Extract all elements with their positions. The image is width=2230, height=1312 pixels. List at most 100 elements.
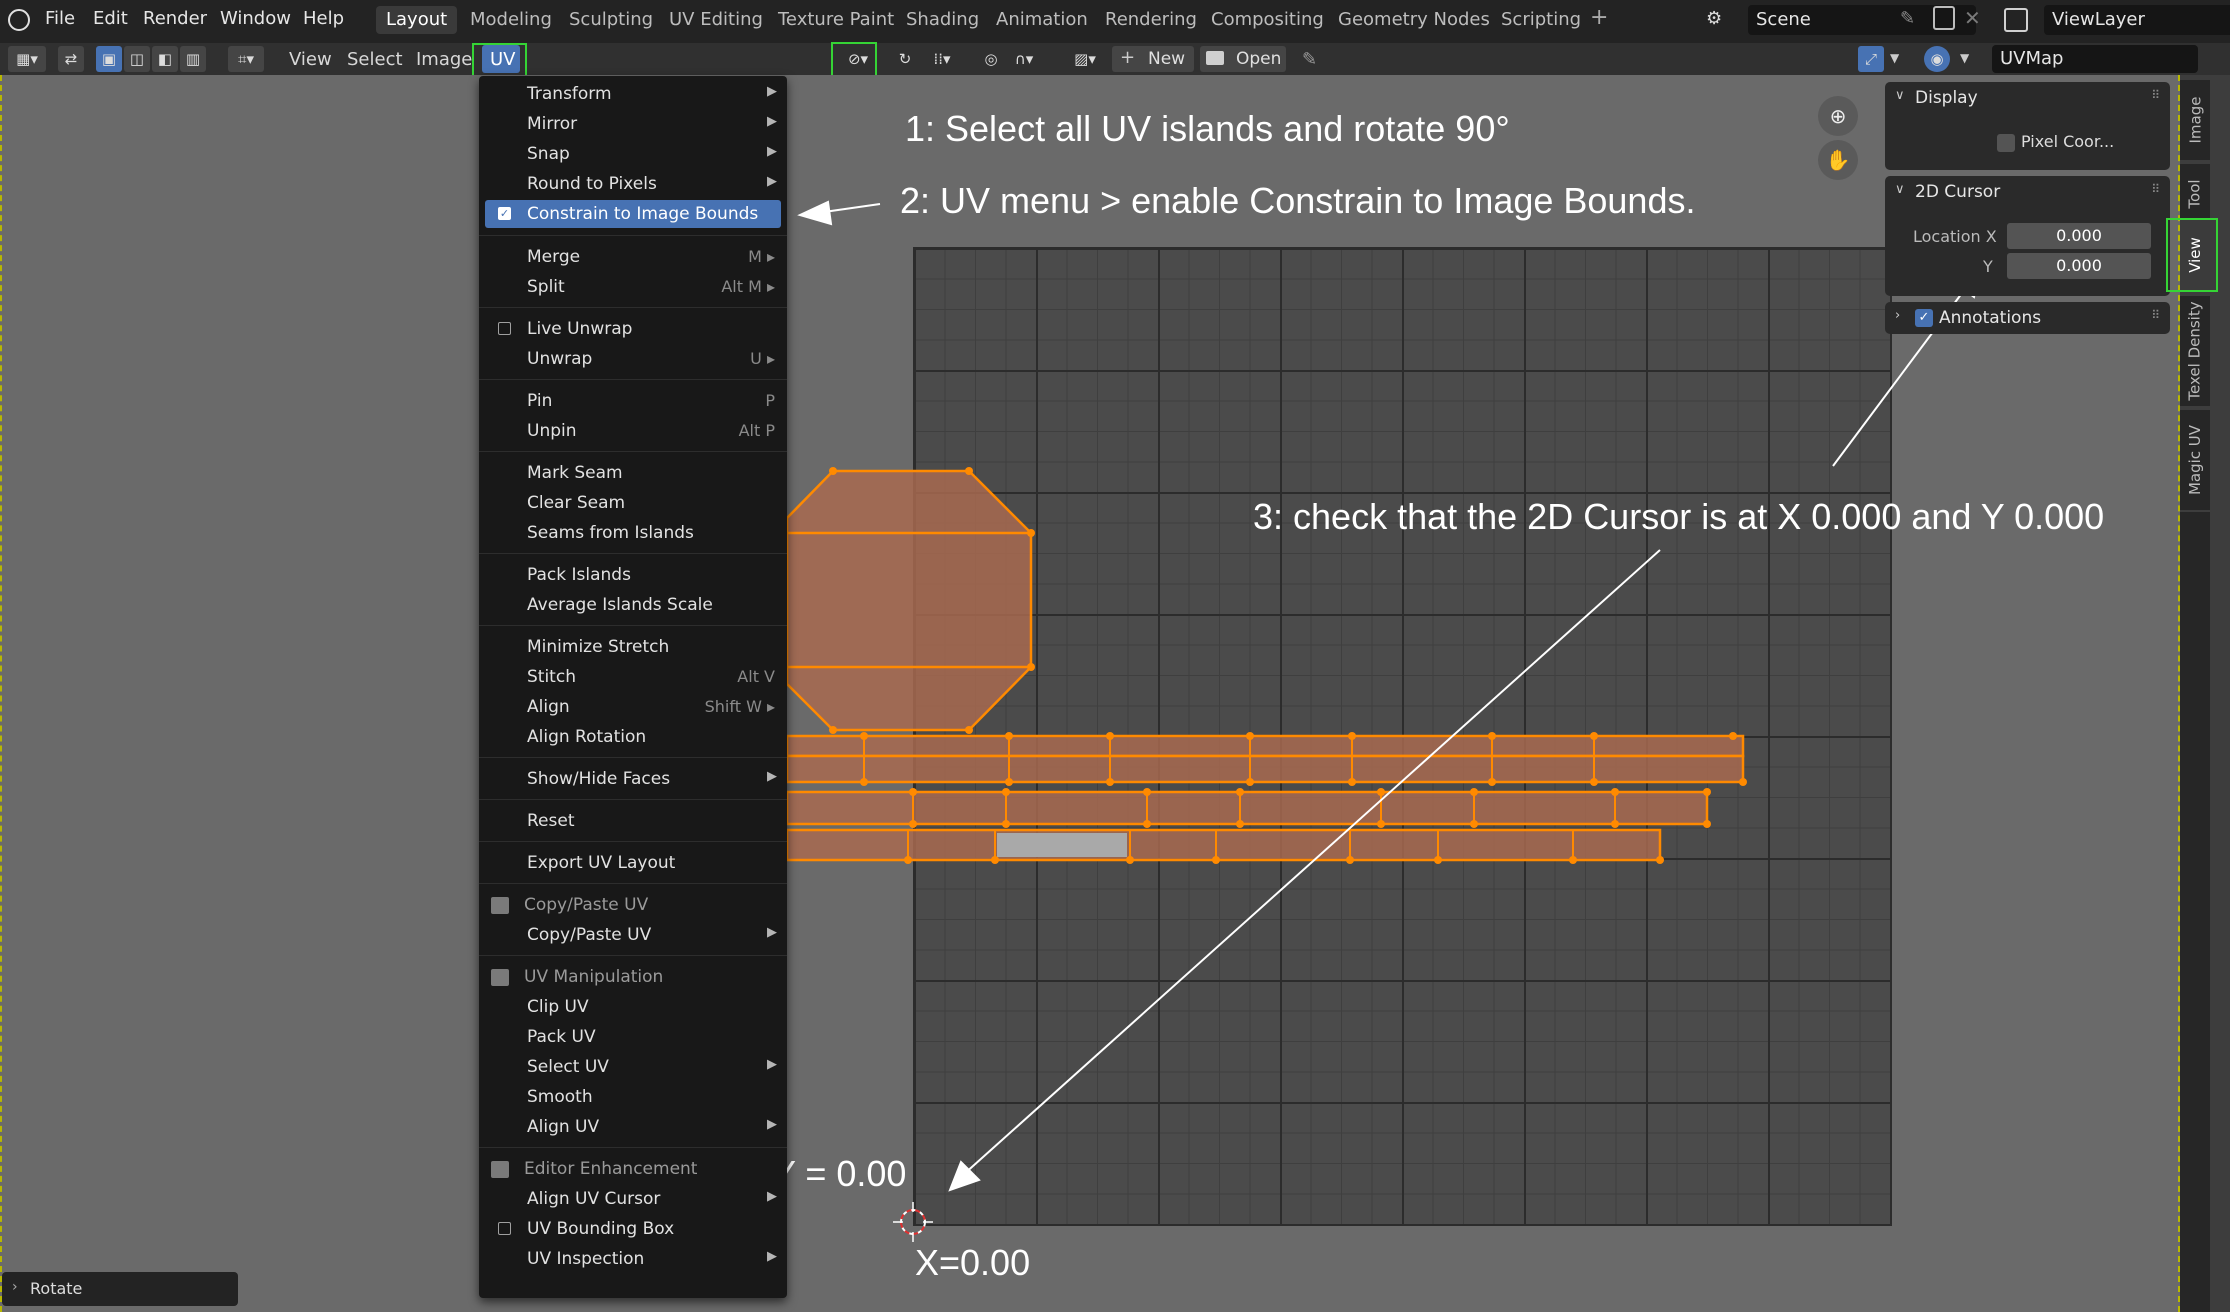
menu-item-transform[interactable]: Transform ▶ bbox=[479, 80, 787, 108]
annotation-step1: 1: Select all UV islands and rotate 90° bbox=[905, 108, 1510, 149]
sidebar-tab-texel-density[interactable]: Texel Density bbox=[2180, 296, 2210, 406]
menu-item-uv-inspection[interactable]: UV Inspection ▶ bbox=[479, 1245, 787, 1273]
annotations-panel: › ✓ Annotations ⠿ bbox=[1885, 302, 2170, 334]
menu-item-align[interactable]: Align Shift W ▸ bbox=[479, 693, 787, 721]
uv-vertex bbox=[904, 856, 912, 864]
uv-vertex bbox=[909, 788, 917, 796]
sidebar-tab-magic-uv[interactable]: Magic UV bbox=[2180, 410, 2210, 510]
annotations-checkbox[interactable]: ✓ bbox=[1915, 309, 1933, 327]
display-panel: ∨ Display ⠿ Pixel Coor... bbox=[1885, 82, 2170, 170]
location-x-field[interactable]: 0.000 bbox=[2007, 223, 2151, 249]
uv-vertex bbox=[1106, 732, 1114, 740]
location-y-label: Y bbox=[1983, 257, 1993, 276]
menu-item-unpin[interactable]: Unpin Alt P bbox=[479, 417, 787, 445]
uv-vertex bbox=[1348, 732, 1356, 740]
menu-item-pack-uv[interactable]: Pack UV bbox=[479, 1023, 787, 1051]
menu-item-round-to-pixels[interactable]: Round to Pixels ▶ bbox=[479, 170, 787, 198]
drag-handle-icon[interactable]: ⠿ bbox=[2151, 182, 2160, 196]
2d-cursor-icon bbox=[893, 1202, 933, 1242]
menu-item-split[interactable]: Split Alt M ▸ bbox=[479, 273, 787, 301]
checkbox-icon[interactable] bbox=[498, 322, 511, 335]
uv-island-strip-3 bbox=[785, 790, 1709, 826]
menu-item-stitch[interactable]: Stitch Alt V bbox=[479, 663, 787, 691]
sidebar-tab-image[interactable]: Image bbox=[2180, 80, 2210, 160]
menu-item-export-uv-layout[interactable]: Export UV Layout bbox=[479, 849, 787, 877]
annotation-x-label: X=0.00 bbox=[915, 1242, 1031, 1283]
menu-item-mark-seam[interactable]: Mark Seam bbox=[479, 459, 787, 487]
uv-vertex bbox=[965, 726, 973, 734]
uv-dropdown-menu: Transform ▶ Mirror ▶ Snap ▶ Round to Pixels… bbox=[479, 76, 787, 1298]
menu-item-snap[interactable]: Snap ▶ bbox=[479, 140, 787, 168]
menu-item-align-uv-cursor[interactable]: Align UV Cursor ▶ bbox=[479, 1185, 787, 1213]
uv-vertex bbox=[1005, 732, 1013, 740]
menu-item-unwrap[interactable]: Unwrap U ▸ bbox=[479, 345, 787, 373]
sidebar-tab-tool[interactable]: Tool bbox=[2180, 164, 2210, 224]
sidebar-tab-strip bbox=[2180, 512, 2210, 1312]
annotation-step2: 2: UV menu > enable Constrain to Image B… bbox=[900, 180, 1696, 221]
menu-item-clip-uv[interactable]: Clip UV bbox=[479, 993, 787, 1021]
menu-item-show-hide-faces[interactable]: Show/Hide Faces ▶ bbox=[479, 765, 787, 793]
chevron-down-icon[interactable]: ∨ bbox=[1895, 182, 1905, 197]
menu-item-smooth[interactable]: Smooth bbox=[479, 1083, 787, 1111]
addon-icon bbox=[491, 1161, 509, 1178]
uv-vertex bbox=[1703, 788, 1711, 796]
uv-vertex bbox=[1656, 856, 1664, 864]
location-y-field[interactable]: 0.000 bbox=[2007, 253, 2151, 279]
checkbox-icon[interactable] bbox=[498, 1222, 511, 1235]
chevron-down-icon[interactable]: ∨ bbox=[1895, 88, 1905, 103]
drag-handle-icon[interactable]: ⠿ bbox=[2151, 308, 2160, 322]
uv-vertex bbox=[1027, 663, 1035, 671]
chevron-right-icon[interactable]: › bbox=[1895, 308, 1900, 323]
menu-item-pin[interactable]: Pin P bbox=[479, 387, 787, 415]
checkbox-checked-icon[interactable]: ✓ bbox=[498, 207, 511, 220]
uv-vertex bbox=[1488, 778, 1496, 786]
uv-vertex bbox=[1377, 788, 1385, 796]
pixel-coords-checkbox[interactable] bbox=[1997, 134, 2015, 152]
uv-vertex bbox=[1488, 732, 1496, 740]
menu-section-uv-manipulation: UV Manipulation bbox=[479, 963, 787, 991]
uv-vertex bbox=[1005, 778, 1013, 786]
uv-vertex bbox=[1470, 788, 1478, 796]
menu-item-copy-paste-uv[interactable]: Copy/Paste UV ▶ bbox=[479, 921, 787, 949]
uv-vertex bbox=[909, 820, 917, 828]
uv-vertex bbox=[1739, 778, 1747, 786]
menu-item-seams-from-islands[interactable]: Seams from Islands bbox=[479, 519, 787, 547]
2d-cursor-panel-title[interactable]: 2D Cursor bbox=[1915, 182, 2000, 202]
menu-item-constrain-to-image-bounds[interactable]: ✓ Constrain to Image Bounds bbox=[485, 200, 781, 228]
uv-island-octagon bbox=[785, 469, 1033, 732]
arrow-head bbox=[797, 200, 833, 226]
last-operator-label: Rotate bbox=[30, 1279, 83, 1298]
menu-item-live-unwrap[interactable]: Live Unwrap bbox=[479, 315, 787, 343]
uv-vertex bbox=[1027, 529, 1035, 537]
menu-item-minimize-stretch[interactable]: Minimize Stretch bbox=[479, 633, 787, 661]
uv-vertex bbox=[1236, 820, 1244, 828]
zoom-icon[interactable]: ⊕ bbox=[1818, 96, 1858, 136]
uv-vertex bbox=[1434, 856, 1442, 864]
uv-vertex bbox=[1590, 778, 1598, 786]
menu-item-clear-seam[interactable]: Clear Seam bbox=[479, 489, 787, 517]
menu-item-pack-islands[interactable]: Pack Islands bbox=[479, 561, 787, 589]
annotations-label: Annotations bbox=[1939, 308, 2042, 328]
uv-island-strip-1 bbox=[785, 734, 1745, 758]
display-panel-title[interactable]: Display bbox=[1915, 88, 1978, 108]
uv-vertex bbox=[1346, 856, 1354, 864]
menu-item-uv-bounding-box[interactable]: UV Bounding Box bbox=[479, 1215, 787, 1243]
uv-face-selected bbox=[997, 833, 1127, 857]
uv-vertex bbox=[1106, 778, 1114, 786]
pan-hand-icon[interactable]: ✋ bbox=[1818, 140, 1858, 180]
annotation-y-label: Y = 0.00 bbox=[772, 1153, 907, 1194]
menu-item-select-uv[interactable]: Select UV ▶ bbox=[479, 1053, 787, 1081]
uv-vertex bbox=[1002, 788, 1010, 796]
uv-vertex bbox=[1143, 820, 1151, 828]
menu-item-align-rotation[interactable]: Align Rotation bbox=[479, 723, 787, 751]
last-operator-panel[interactable]: › Rotate bbox=[2, 1272, 238, 1306]
drag-handle-icon[interactable]: ⠿ bbox=[2151, 88, 2160, 102]
menu-item-mirror[interactable]: Mirror ▶ bbox=[479, 110, 787, 138]
chevron-right-icon: › bbox=[12, 1279, 18, 1295]
menu-item-average-islands-scale[interactable]: Average Islands Scale bbox=[479, 591, 787, 619]
menu-item-reset[interactable]: Reset bbox=[479, 807, 787, 835]
menu-item-merge[interactable]: Merge M ▸ bbox=[479, 243, 787, 271]
uv-vertex bbox=[1703, 820, 1711, 828]
uv-vertex bbox=[1246, 732, 1254, 740]
menu-item-align-uv[interactable]: Align UV ▶ bbox=[479, 1113, 787, 1141]
